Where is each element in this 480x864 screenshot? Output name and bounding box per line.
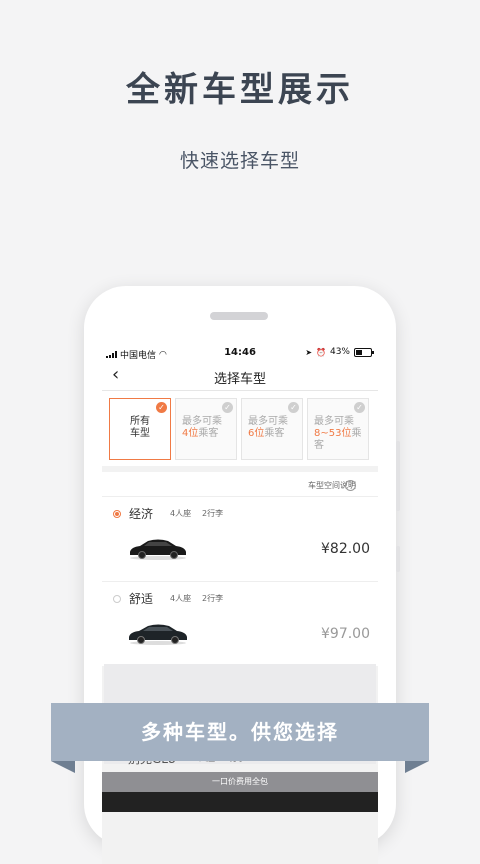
car-type-name: 经济 bbox=[129, 507, 154, 521]
status-bar: 中国电信 ◠ 14:46 ➤ ⏰ 43% bbox=[102, 344, 378, 362]
check-icon: ✓ bbox=[288, 402, 299, 413]
car-type-price: ¥97.00 bbox=[321, 626, 370, 642]
car-type-seats: 4人座 bbox=[170, 509, 192, 518]
filter-highlight: 4位 bbox=[182, 428, 199, 439]
app-screen: 中国电信 ◠ 14:46 ➤ ⏰ 43% ‹ 选择车型 ✓ 所有 车型 ✓ 最多… bbox=[102, 344, 378, 864]
battery-percent: 43% bbox=[329, 347, 350, 357]
filter-6-passengers[interactable]: ✓ 最多可乘 6位乘客 bbox=[241, 398, 303, 460]
promo-ribbon: 多种车型。供您选择 bbox=[51, 703, 429, 761]
filter-suffix: 乘客 bbox=[264, 428, 285, 439]
bottom-action-bar[interactable] bbox=[102, 792, 378, 812]
fixed-price-banner: 一口价费用全包 bbox=[102, 772, 378, 792]
sedan-icon bbox=[129, 624, 187, 645]
car-type-economy[interactable]: 经济 4人座 2行李 ¥82.00 bbox=[102, 496, 378, 581]
ribbon-fold-left bbox=[51, 761, 75, 773]
filter-4-passengers[interactable]: ✓ 最多可乘 4位乘客 bbox=[175, 398, 237, 460]
filter-line1: 最多可乘 bbox=[248, 416, 288, 427]
promo-headline: 全新车型展示 bbox=[126, 70, 354, 110]
filter-highlight: 8~53位 bbox=[314, 428, 352, 439]
sedan-icon bbox=[130, 539, 186, 560]
car-type-comfort[interactable]: 舒适 4人座 2行李 ¥97.00 bbox=[102, 581, 378, 666]
ribbon-fold-right bbox=[405, 761, 429, 773]
radio-unselected-icon bbox=[113, 595, 121, 603]
side-button-small bbox=[396, 546, 400, 572]
radio-selected-icon bbox=[113, 510, 121, 518]
car-type-price: ¥82.00 bbox=[321, 541, 370, 557]
location-icon: ➤ bbox=[305, 347, 313, 357]
car-type-luggage: 2行李 bbox=[202, 509, 224, 518]
car-type-name: 舒适 bbox=[129, 592, 154, 606]
filter-line1: 最多可乘 bbox=[314, 416, 354, 427]
filter-all-types[interactable]: ✓ 所有 车型 bbox=[109, 398, 171, 460]
check-icon: ✓ bbox=[156, 402, 167, 413]
page-title: 选择车型 bbox=[213, 372, 266, 387]
car-type-seats: 4人座 bbox=[170, 594, 192, 603]
filter-suffix: 乘客 bbox=[198, 428, 219, 439]
car-type-luggage: 2行李 bbox=[202, 594, 224, 603]
question-icon: ? bbox=[345, 480, 356, 491]
side-button bbox=[396, 441, 400, 511]
space-info-link[interactable]: 车型空间说明 ? bbox=[102, 466, 378, 496]
filter-cards: ✓ 所有 车型 ✓ 最多可乘 4位乘客 ✓ 最多可乘 6位乘客 ✓ 最多可乘 8… bbox=[102, 391, 378, 466]
promo-subhead: 快速选择车型 bbox=[179, 150, 300, 172]
filter-line2: 车型 bbox=[130, 428, 150, 439]
check-icon: ✓ bbox=[222, 402, 233, 413]
filter-line1: 所有 bbox=[130, 416, 150, 427]
check-icon: ✓ bbox=[354, 402, 365, 413]
phone-mockup: 中国电信 ◠ 14:46 ➤ ⏰ 43% ‹ 选择车型 ✓ 所有 车型 ✓ 最多… bbox=[84, 286, 400, 864]
filter-8-53-passengers[interactable]: ✓ 最多可乘 8~53位乘客 bbox=[307, 398, 369, 460]
filter-highlight: 6位 bbox=[248, 428, 265, 439]
speaker-grille bbox=[210, 312, 268, 320]
filter-line1: 最多可乘 bbox=[182, 416, 222, 427]
alarm-icon: ⏰ bbox=[316, 347, 326, 357]
battery-icon bbox=[354, 347, 374, 357]
nav-bar: ‹ 选择车型 bbox=[102, 362, 378, 391]
